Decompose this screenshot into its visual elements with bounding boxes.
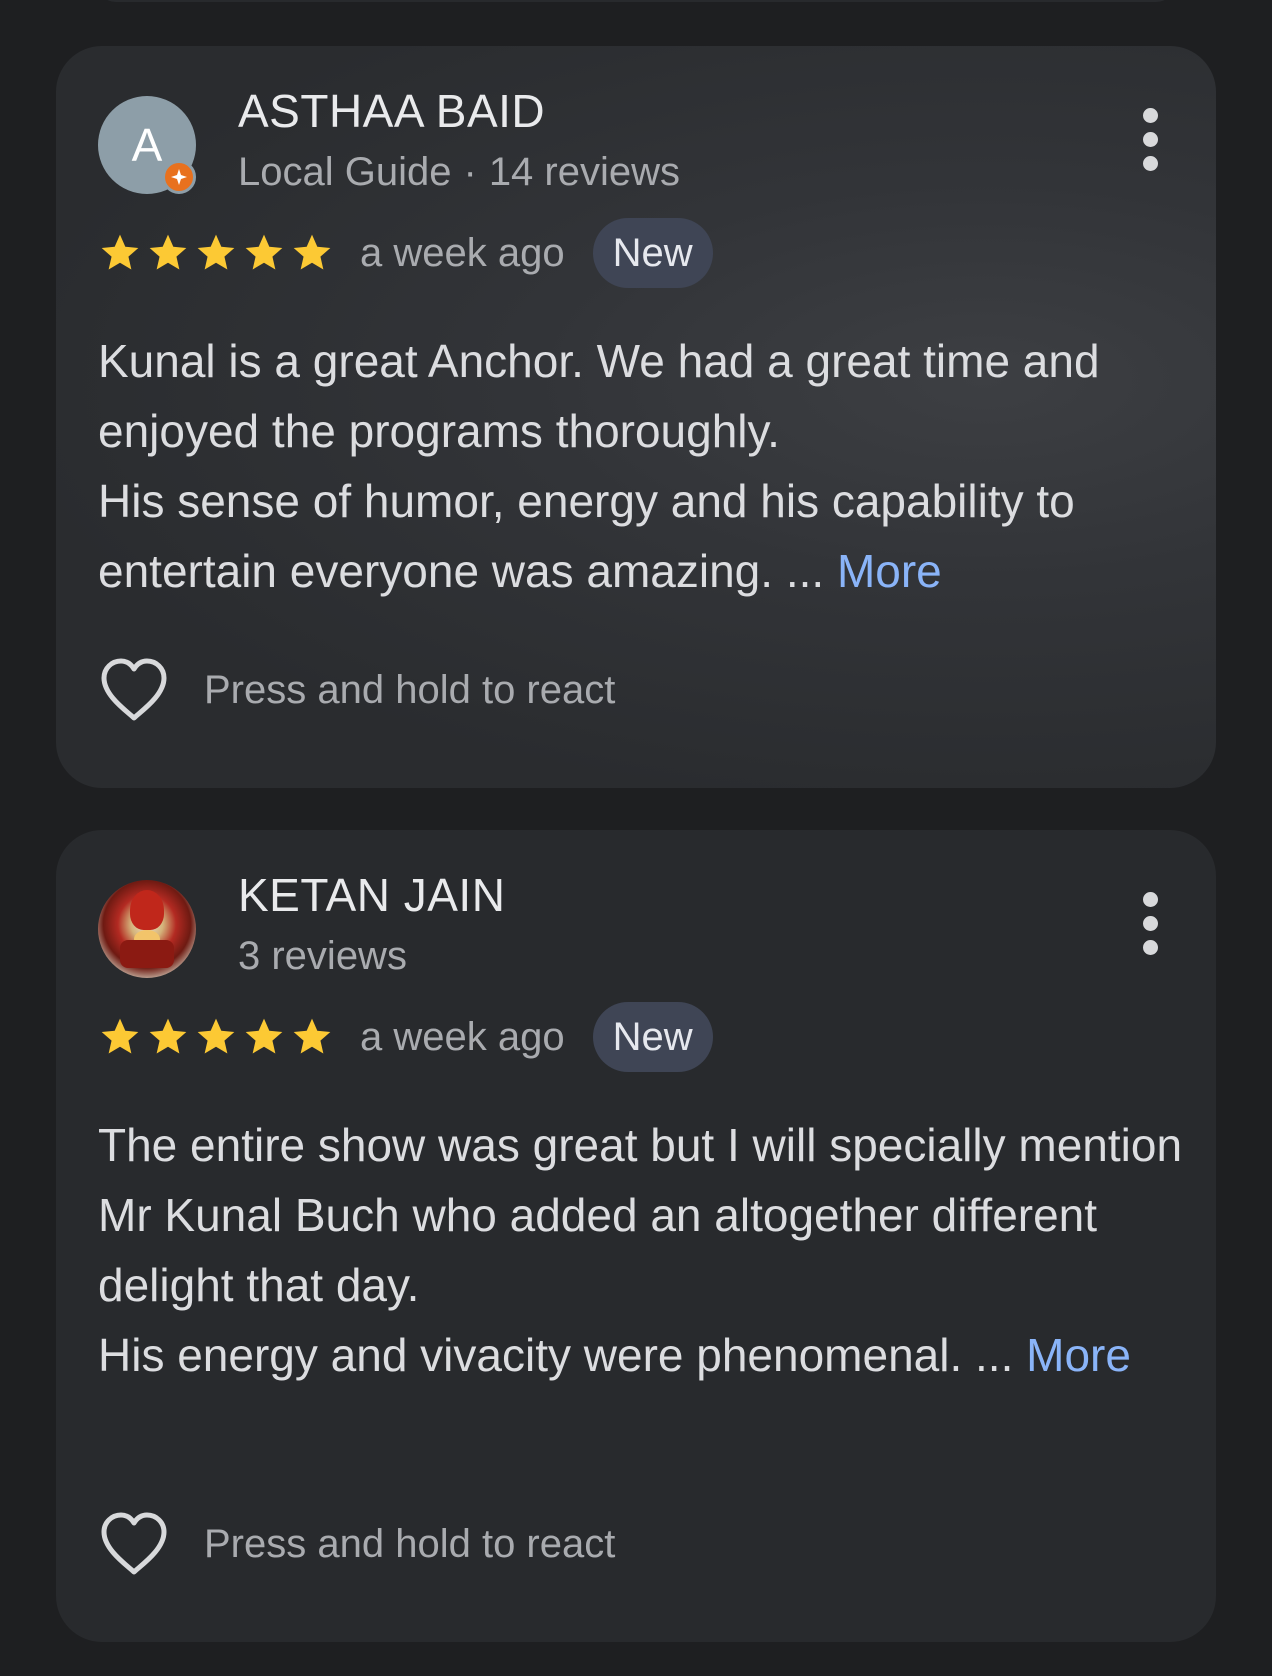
star-icon <box>293 1018 331 1054</box>
local-guide-label: Local Guide <box>238 150 452 194</box>
reviewer-name[interactable]: KETAN JAIN <box>238 868 505 922</box>
rating-row: a week ago New <box>98 218 713 288</box>
star-icon <box>149 234 187 270</box>
star-icon <box>293 234 331 270</box>
review-count: 3 reviews <box>238 934 407 978</box>
review-text-paragraph: His sense of humor, energy and his capab… <box>98 475 1075 597</box>
star-rating <box>98 1015 334 1059</box>
avatar[interactable]: A <box>98 96 196 194</box>
reviewer-meta: Local Guide · 14 reviews <box>238 150 680 195</box>
avatar[interactable] <box>98 880 196 978</box>
heart-icon[interactable] <box>98 1510 170 1578</box>
review-card: KETAN JAIN 3 reviews a week ago New The … <box>56 830 1216 1642</box>
star-icon <box>245 234 283 270</box>
react-label: Press and hold to react <box>204 1521 616 1566</box>
more-options-icon[interactable] <box>1140 892 1160 956</box>
react-label: Press and hold to react <box>204 667 616 712</box>
star-rating <box>98 231 334 275</box>
new-badge: New <box>592 218 713 288</box>
react-row[interactable]: Press and hold to react <box>98 656 615 724</box>
star-icon <box>245 1018 283 1054</box>
star-icon <box>197 1018 235 1054</box>
review-count: 14 reviews <box>488 150 681 194</box>
rating-row: a week ago New <box>98 1002 713 1072</box>
star-icon <box>197 234 235 270</box>
new-badge: New <box>592 1002 713 1072</box>
react-row[interactable]: Press and hold to react <box>98 1510 615 1578</box>
review-time: a week ago <box>360 230 565 275</box>
meta-separator: · <box>463 150 477 194</box>
reviewer-name[interactable]: ASTHAA BAID <box>238 84 545 138</box>
star-icon <box>101 1018 139 1054</box>
review-card: A ASTHAA BAID Local Guide · 14 reviews a w… <box>56 46 1216 788</box>
review-text: Kunal is a great Anchor. We had a great … <box>98 326 1188 606</box>
review-text-paragraph: Kunal is a great Anchor. We had a great … <box>98 335 1100 457</box>
more-link[interactable]: More <box>837 545 942 597</box>
local-guide-badge-icon <box>162 160 196 194</box>
review-text-paragraph: The entire show was great but I will spe… <box>98 1119 1183 1311</box>
previous-card-edge <box>96 0 1176 2</box>
review-time: a week ago <box>360 1014 565 1059</box>
reviewer-meta: 3 reviews <box>238 934 407 979</box>
star-icon <box>101 234 139 270</box>
more-options-icon[interactable] <box>1140 108 1160 172</box>
star-icon <box>149 1018 187 1054</box>
more-link[interactable]: More <box>1026 1329 1131 1381</box>
review-text: The entire show was great but I will spe… <box>98 1110 1188 1390</box>
heart-icon[interactable] <box>98 656 170 724</box>
review-text-paragraph: His energy and vivacity were phenomenal.… <box>98 1329 1131 1381</box>
